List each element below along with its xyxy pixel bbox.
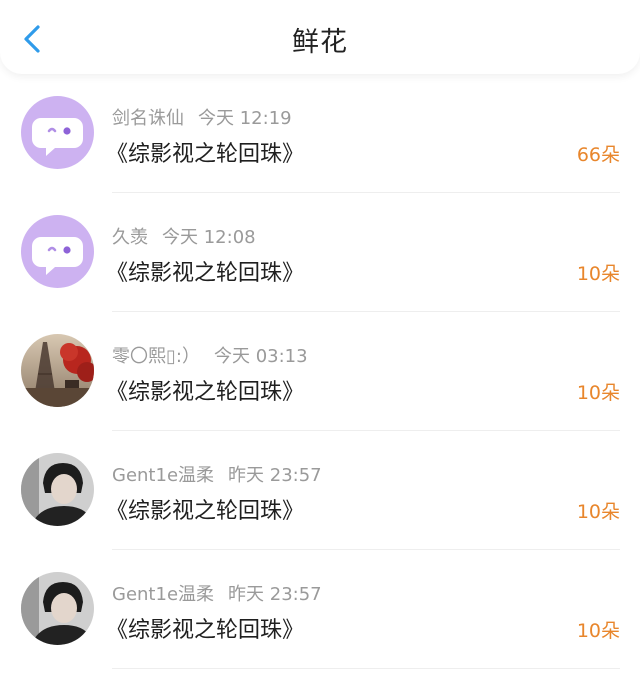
- person-photo-icon: [21, 572, 94, 645]
- item-meta: Gent1e温柔 昨天 23:57: [112, 461, 322, 487]
- timestamp: 今天 12:19: [198, 108, 292, 129]
- item-meta: 剑名诛仙 今天 12:19: [112, 104, 292, 130]
- person-photo-icon: [21, 453, 94, 526]
- flower-amount: 10朵: [576, 263, 620, 285]
- flower-amount: 66朵: [576, 144, 620, 166]
- list-item[interactable]: Gent1e温柔 昨天 23:57 《综影视之轮回珠》 10朵: [0, 431, 640, 550]
- list-item[interactable]: 零〇熙▯:） 今天 03:13 《综影视之轮回珠》 10朵: [0, 312, 640, 431]
- flower-amount: 10朵: [576, 501, 620, 523]
- timestamp: 今天 12:08: [162, 227, 256, 248]
- default-chat-avatar-icon: [21, 215, 94, 288]
- eiffel-tower-photo-icon: [21, 334, 94, 407]
- book-title: 《综影视之轮回珠》: [106, 261, 305, 286]
- avatar[interactable]: [21, 334, 94, 407]
- book-title: 《综影视之轮回珠》: [106, 499, 305, 524]
- user-name[interactable]: 零〇熙▯:）: [112, 346, 200, 367]
- user-name[interactable]: Gent1e温柔: [112, 584, 214, 605]
- avatar[interactable]: [21, 453, 94, 526]
- user-name[interactable]: Gent1e温柔: [112, 465, 214, 486]
- timestamp: 昨天 23:57: [228, 465, 322, 486]
- flower-amount: 10朵: [576, 382, 620, 404]
- page-title: 鲜花: [292, 27, 348, 58]
- flowers-page: 鲜花 剑名诛仙 今天 12:19 《综影视之轮回珠》 66朵 久羡 今天 12:…: [0, 0, 640, 675]
- book-title: 《综影视之轮回珠》: [106, 380, 305, 405]
- default-chat-avatar-icon: [21, 96, 94, 169]
- flower-amount: 10朵: [576, 620, 620, 642]
- book-title: 《综影视之轮回珠》: [106, 618, 305, 643]
- flower-list: 剑名诛仙 今天 12:19 《综影视之轮回珠》 66朵 久羡 今天 12:08 《综…: [0, 74, 640, 669]
- avatar[interactable]: [21, 215, 94, 288]
- avatar[interactable]: [21, 96, 94, 169]
- user-name[interactable]: 久羡: [112, 227, 148, 248]
- item-meta: 久羡 今天 12:08: [112, 223, 256, 249]
- list-item[interactable]: Gent1e温柔 昨天 23:57 《综影视之轮回珠》 10朵: [0, 550, 640, 669]
- book-title: 《综影视之轮回珠》: [106, 142, 305, 167]
- header-bar: 鲜花: [0, 0, 640, 74]
- avatar[interactable]: [21, 572, 94, 645]
- item-meta: 零〇熙▯:） 今天 03:13: [112, 342, 308, 368]
- item-meta: Gent1e温柔 昨天 23:57: [112, 580, 322, 606]
- timestamp: 昨天 23:57: [228, 584, 322, 605]
- user-name[interactable]: 剑名诛仙: [112, 108, 184, 129]
- timestamp: 今天 03:13: [213, 346, 308, 367]
- list-item[interactable]: 剑名诛仙 今天 12:19 《综影视之轮回珠》 66朵: [0, 74, 640, 193]
- list-item[interactable]: 久羡 今天 12:08 《综影视之轮回珠》 10朵: [0, 193, 640, 312]
